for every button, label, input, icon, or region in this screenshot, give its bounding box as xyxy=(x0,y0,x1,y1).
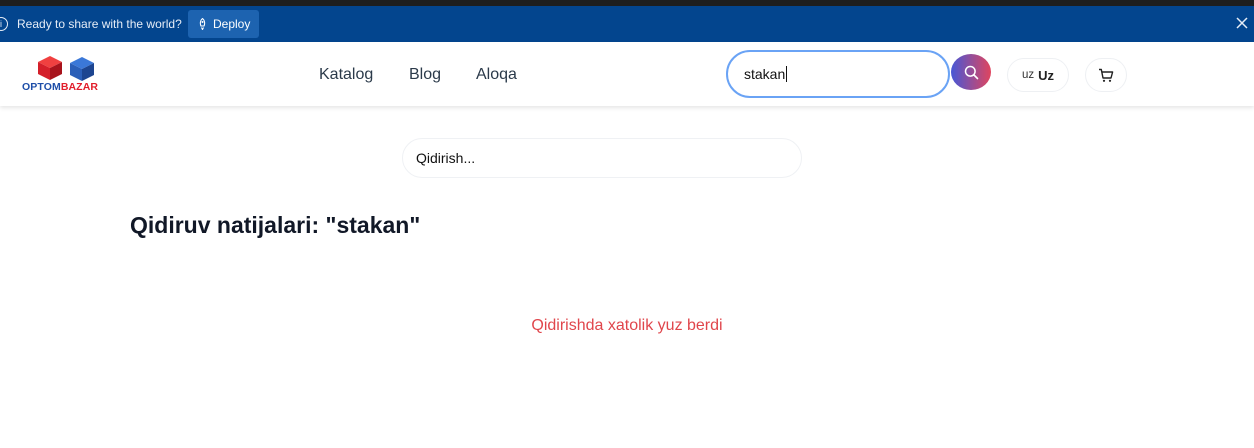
site-header: OPTOMBAZAR Katalog Blog Aloqa stakan uz … xyxy=(0,42,1254,106)
language-name: Uz xyxy=(1038,67,1055,83)
error-message: Qidirishda xatolik yuz berdi xyxy=(531,317,723,334)
search-icon xyxy=(964,65,978,79)
info-icon: i xyxy=(0,17,8,31)
language-selector[interactable]: uz Uz xyxy=(1007,58,1069,92)
deploy-button[interactable]: Deploy xyxy=(188,10,260,38)
page-search-placeholder: Qidirish... xyxy=(416,150,476,166)
nav-blog[interactable]: Blog xyxy=(409,66,441,84)
deploy-button-label: Deploy xyxy=(213,17,251,31)
nav-katalog[interactable]: Katalog xyxy=(319,66,373,84)
page-search-input[interactable]: Qidirish... xyxy=(402,138,802,178)
logo-text: OPTOMBAZAR xyxy=(22,81,99,93)
search-button[interactable] xyxy=(951,54,991,90)
logo-boxes-icon xyxy=(38,56,94,81)
nav-aloqa[interactable]: Aloqa xyxy=(476,66,517,84)
header-search-value: stakan xyxy=(744,66,786,82)
rocket-icon xyxy=(199,18,206,30)
banner-message: Ready to share with the world? xyxy=(17,17,182,31)
close-icon[interactable] xyxy=(1234,15,1250,31)
cart-icon xyxy=(1099,68,1114,82)
language-code: uz xyxy=(1021,69,1035,81)
page-title: Qidiruv natijalari: "stakan" xyxy=(130,212,421,238)
cart-button[interactable] xyxy=(1085,58,1127,92)
logo[interactable]: OPTOMBAZAR xyxy=(22,54,106,94)
deploy-banner: i Ready to share with the world? Deploy xyxy=(0,6,1254,42)
header-search-input[interactable]: stakan xyxy=(726,50,950,98)
text-caret xyxy=(786,66,788,82)
